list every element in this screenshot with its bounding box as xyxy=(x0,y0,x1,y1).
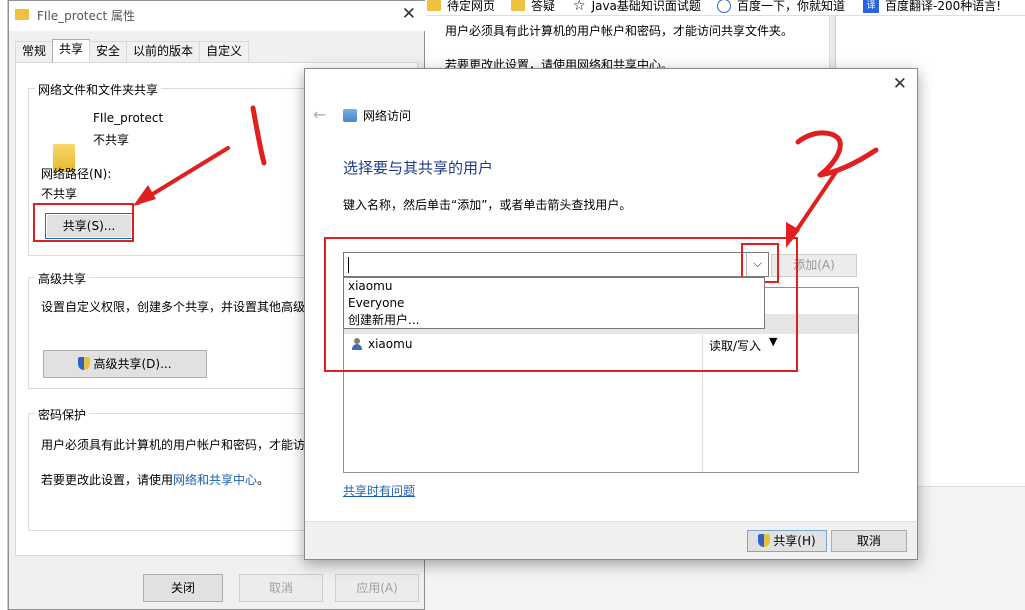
annotation-box-share-button xyxy=(33,203,134,242)
password-description: 用户必须具有此计算机的用户帐户和密码，才能访 xyxy=(41,438,306,452)
dialog-title: 网络访问 xyxy=(363,109,412,123)
tab-strip: 常规 共享 安全 以前的版本 自定义 xyxy=(15,39,250,62)
star-icon: ☆ xyxy=(573,0,586,14)
sharing-help-link[interactable]: 共享时有问题 xyxy=(343,482,415,499)
shield-icon xyxy=(78,357,91,370)
bookmark-item[interactable]: 译 百度翻译-200种语言! xyxy=(863,0,1001,14)
tab-previous-versions[interactable]: 以前的版本 xyxy=(126,41,201,62)
user-dropdown-list: xiaomu Everyone 创建新用户... xyxy=(343,277,765,329)
folder-icon xyxy=(427,0,441,11)
dialog-footer: 共享(H) 取消 xyxy=(305,521,917,559)
folder-icon xyxy=(511,0,525,11)
folder-name: FIle_protect xyxy=(93,111,164,125)
bookmark-item[interactable]: 百度一下，你就知道 xyxy=(717,0,845,14)
window-title: FIle_protect 属性 xyxy=(37,9,135,23)
dropdown-option[interactable]: xiaomu xyxy=(344,278,764,295)
advanced-sharing-description: 设置自定义权限，创建多个共享，并设置其他高级 xyxy=(41,300,306,314)
tab-sharing[interactable]: 共享 xyxy=(52,39,91,62)
share-button[interactable]: 共享(H) xyxy=(747,530,827,552)
share-status: 不共享 xyxy=(93,133,130,147)
bookmark-item[interactable]: 答疑 xyxy=(511,0,555,14)
tab-general[interactable]: 常规 xyxy=(15,41,54,62)
bookmark-item[interactable]: 待定网页 xyxy=(427,0,495,14)
network-path-value: 不共享 xyxy=(41,187,78,201)
group-label: 高级共享 xyxy=(35,270,90,287)
network-sharing-center-link[interactable]: 网络和共享中心 xyxy=(173,473,257,487)
close-icon[interactable]: ✕ xyxy=(402,4,416,24)
dropdown-option[interactable]: 创建新用户... xyxy=(344,312,764,329)
password-change-text: 若要更改此设置，请使用网络和共享中心。 xyxy=(41,473,270,487)
folder-icon xyxy=(15,9,29,20)
advanced-sharing-button[interactable]: 高级共享(D)... xyxy=(43,350,207,378)
baidu-icon xyxy=(717,0,731,13)
group-label: 密码保护 xyxy=(35,406,90,423)
page-text-line: 用户必须具有此计算机的用户帐户和密码，才能访问共享文件夹。 xyxy=(445,24,794,38)
close-button[interactable]: 关闭 xyxy=(143,574,223,602)
translate-icon: 译 xyxy=(863,0,879,13)
network-users-icon xyxy=(343,109,357,122)
network-path-label: 网络路径(N): xyxy=(41,167,112,181)
bookmark-item[interactable]: ☆ Java基础知识面试题 xyxy=(573,0,701,14)
shield-icon xyxy=(758,534,771,547)
cancel-button[interactable]: 取消 xyxy=(239,574,323,602)
cancel-button[interactable]: 取消 xyxy=(831,530,907,552)
instruction-text: 键入名称，然后单击“添加”，或者单击箭头查找用户。 xyxy=(343,198,632,212)
close-icon[interactable]: ✕ xyxy=(893,74,907,94)
dialog-heading: 选择要与其共享的用户 xyxy=(343,159,494,177)
desktop-edge xyxy=(0,0,8,610)
group-label: 网络文件和文件夹共享 xyxy=(35,81,162,98)
back-arrow-icon[interactable]: ← xyxy=(313,105,326,124)
tab-customize[interactable]: 自定义 xyxy=(199,41,250,62)
network-access-dialog: ✕ ← 网络访问 选择要与其共享的用户 键入名称，然后单击“添加”，或者单击箭头… xyxy=(304,68,918,560)
apply-button[interactable]: 应用(A) xyxy=(335,574,419,602)
bookmarks-bar: 待定网页 答疑 ☆ Java基础知识面试题 百度一下，你就知道 译 百度翻译-2… xyxy=(425,0,1025,16)
tab-security[interactable]: 安全 xyxy=(89,41,128,62)
dropdown-option[interactable]: Everyone xyxy=(344,295,764,312)
title-bar: FIle_protect 属性 ✕ xyxy=(9,1,426,31)
